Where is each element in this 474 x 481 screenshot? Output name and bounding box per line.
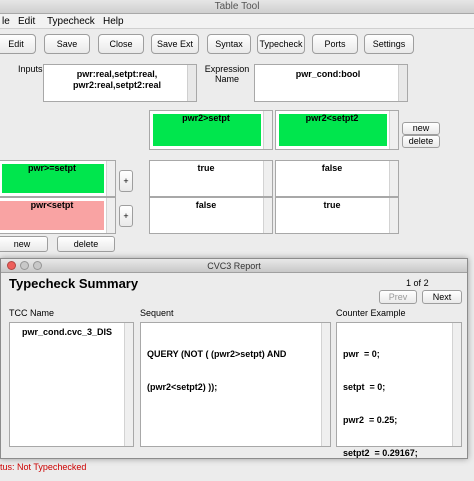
sequent-line1: QUERY (NOT ( (pwr2>setpt) AND (147, 349, 287, 359)
inputs-scrollbar[interactable] (187, 65, 196, 101)
result-cell-2-2-scrollbar[interactable] (389, 198, 398, 233)
column-condition-1-scrollbar[interactable] (263, 111, 272, 149)
row-condition-2[interactable]: pwr<setpt (0, 197, 116, 234)
sequent-header: Sequent (140, 308, 174, 318)
sequent-scrollbar[interactable] (321, 323, 330, 446)
new-column-button[interactable]: new (402, 122, 440, 135)
counter-example-pane[interactable]: pwr = 0; setpt = 0; pwr2 = 0.25; setpt2 … (336, 322, 462, 458)
inputs-field[interactable]: pwr:real,setpt:real, pwr2:real,setpt2:re… (43, 64, 197, 102)
sequent-pane[interactable]: QUERY (NOT ( (pwr2>setpt) AND (pwr2<setp… (140, 322, 331, 447)
delete-row-button[interactable]: delete (57, 236, 115, 252)
row-condition-1-scrollbar[interactable] (106, 161, 115, 196)
page-of: of (413, 278, 422, 288)
tcc-name-scrollbar[interactable] (124, 323, 133, 446)
menu-edit[interactable]: Edit (18, 14, 35, 29)
prev-button[interactable]: Prev (379, 290, 417, 304)
next-button[interactable]: Next (422, 290, 462, 304)
report-title-bar: CVC3 Report (1, 259, 467, 273)
menu-typecheck[interactable]: Typecheck (47, 14, 95, 29)
counter-example-scrollbar[interactable] (452, 323, 461, 446)
status-text: tus: Not Typechecked (0, 462, 87, 472)
tcc-name-header: TCC Name (9, 308, 55, 318)
cvc3-report-window: CVC3 Report Typecheck Summary 1 of 2 Pre… (0, 258, 468, 459)
inputs-label: Inputs (18, 64, 43, 74)
typecheck-button[interactable]: Typecheck (257, 34, 305, 54)
page-total: 2 (423, 278, 429, 288)
expression-label: Expression Name (204, 64, 250, 84)
result-cell-2-1-text: false (195, 200, 217, 210)
window-title-bar: Table Tool (0, 0, 474, 14)
row-condition-1-text: pwr>=setpt (27, 163, 76, 173)
report-title: CVC3 Report (207, 261, 261, 271)
row-2-add-button[interactable]: + (119, 205, 133, 227)
result-cell-2-1[interactable]: false (149, 197, 273, 234)
counter-line-setpt2: setpt2 = 0.29167; (343, 448, 418, 458)
window-title: Table Tool (214, 1, 260, 12)
typecheck-summary-heading: Typecheck Summary (9, 276, 139, 291)
row-condition-2-scrollbar[interactable] (106, 198, 115, 233)
page-indicator: 1 of 2 (406, 278, 429, 288)
tcc-name-pane[interactable]: pwr_cond.cvc_3_DIS (9, 322, 134, 447)
menu-file[interactable]: le (2, 14, 10, 29)
expression-name-field[interactable]: pwr_cond:bool (254, 64, 408, 102)
tcc-name-value: pwr_cond.cvc_3_DIS (22, 327, 113, 337)
close-button[interactable]: Close (98, 34, 144, 54)
page-current: 1 (406, 278, 412, 288)
menu-bar: le Edit Typecheck Help (0, 14, 474, 29)
settings-button[interactable]: Settings (364, 34, 414, 54)
delete-column-button[interactable]: delete (402, 135, 440, 148)
result-cell-2-1-scrollbar[interactable] (263, 198, 272, 233)
column-condition-2[interactable]: pwr2<setpt2 (275, 110, 399, 150)
counter-example-header: Counter Example (336, 308, 406, 318)
sequent-line2: (pwr2<setpt2) )); (147, 382, 218, 392)
edit-button[interactable]: Edit (0, 34, 36, 54)
save-ext-button[interactable]: Save Ext (151, 34, 199, 54)
new-row-button[interactable]: new (0, 236, 48, 252)
expression-scrollbar[interactable] (398, 65, 407, 101)
inputs-value-line1: pwr:real,setpt:real, (76, 69, 158, 79)
result-cell-2-2[interactable]: true (275, 197, 399, 234)
row-condition-2-text: pwr<setpt (30, 200, 74, 210)
zoom-window-icon[interactable] (33, 261, 42, 270)
save-button[interactable]: Save (44, 34, 90, 54)
menu-help[interactable]: Help (103, 14, 124, 29)
close-window-icon[interactable] (7, 261, 16, 270)
result-cell-1-2-scrollbar[interactable] (389, 161, 398, 196)
expression-name-value: pwr_cond:bool (295, 69, 361, 79)
result-cell-1-1[interactable]: true (149, 160, 273, 197)
column-condition-1[interactable]: pwr2>setpt (149, 110, 273, 150)
ports-button[interactable]: Ports (312, 34, 358, 54)
column-condition-2-text: pwr2<setpt2 (305, 113, 359, 123)
row-condition-1[interactable]: pwr>=setpt (0, 160, 116, 197)
result-cell-1-2-text: false (321, 163, 343, 173)
column-condition-2-scrollbar[interactable] (389, 111, 398, 149)
result-cell-1-2[interactable]: false (275, 160, 399, 197)
inputs-value-line2: pwr2:real,setpt2:real (72, 80, 162, 90)
result-cell-2-2-text: true (323, 200, 341, 210)
expression-label-line2: Name (214, 74, 239, 84)
row-1-add-button[interactable]: + (119, 170, 133, 192)
minimize-window-icon[interactable] (20, 261, 29, 270)
counter-line-setpt: setpt = 0; (343, 382, 386, 392)
counter-line-pwr: pwr = 0; (343, 349, 380, 359)
column-condition-1-text: pwr2>setpt (182, 113, 230, 123)
result-cell-1-1-scrollbar[interactable] (263, 161, 272, 196)
counter-line-pwr2: pwr2 = 0.25; (343, 415, 398, 425)
result-cell-1-1-text: true (197, 163, 215, 173)
expression-label-line1: Expression (204, 64, 250, 74)
syntax-button[interactable]: Syntax (207, 34, 251, 54)
